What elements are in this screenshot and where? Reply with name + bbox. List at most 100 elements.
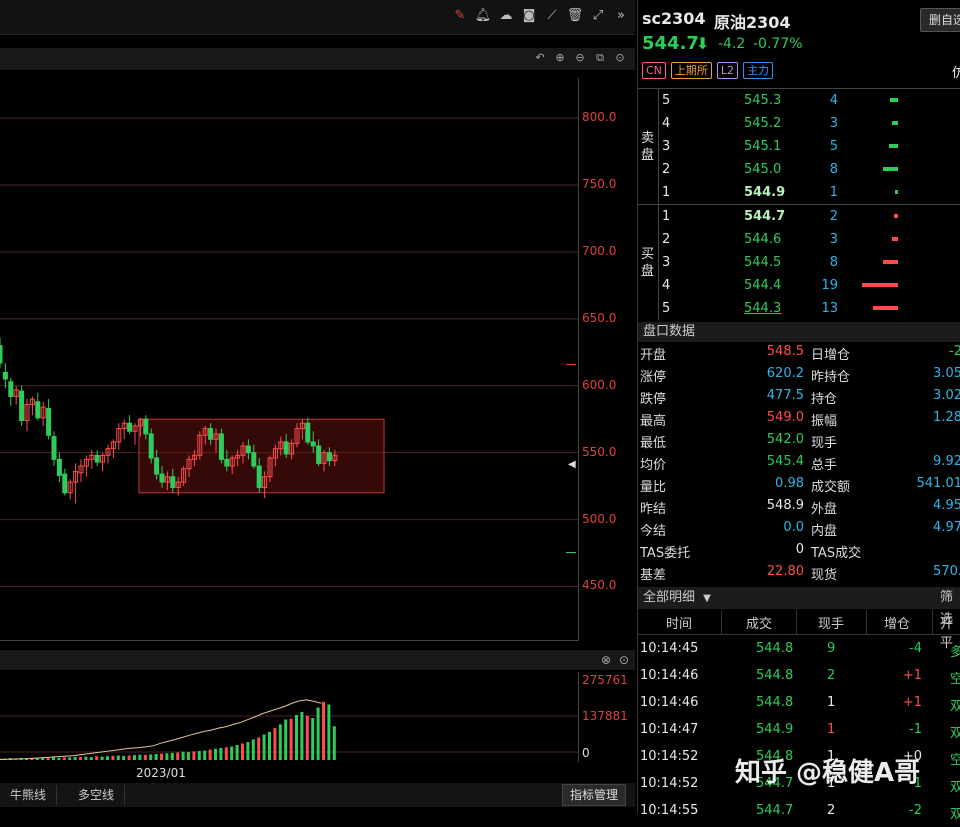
candle bbox=[62, 468, 68, 496]
badges: CN 上期所 L2 主力 bbox=[642, 62, 774, 79]
trade-time: 10:14:46 bbox=[640, 695, 699, 710]
trade-hand: 9 bbox=[827, 641, 836, 656]
zoom-out-icon[interactable]: ⊖ bbox=[573, 51, 587, 65]
copy-icon[interactable]: ⧉ bbox=[593, 51, 607, 65]
undo-icon[interactable]: ↶ bbox=[533, 51, 547, 65]
badge-l2: L2 bbox=[716, 62, 739, 79]
order-price: 544.9 bbox=[744, 185, 786, 200]
candle bbox=[35, 392, 41, 421]
orderbook-row[interactable]: 4 544.4 19 bbox=[638, 274, 960, 297]
orderbook-row[interactable]: 1 544.9 1 bbox=[638, 181, 960, 204]
stat-value: 548.9 bbox=[766, 498, 804, 513]
zoom-in-icon[interactable]: ⊕ bbox=[553, 51, 567, 65]
candle bbox=[116, 423, 122, 450]
stat-label: 均价 bbox=[640, 458, 667, 473]
stat-value: 22.80 bbox=[766, 564, 804, 579]
candle bbox=[40, 401, 46, 426]
orderbook-row[interactable]: 3 544.5 8 bbox=[638, 251, 960, 274]
stat-value: 549.0 bbox=[766, 410, 804, 425]
candle bbox=[132, 423, 138, 445]
col-time: 时间 bbox=[666, 617, 693, 632]
stat-value: 477.5 bbox=[766, 388, 804, 403]
remove-favorite-button[interactable]: 删自选 bbox=[920, 8, 960, 32]
volume-bar bbox=[154, 754, 158, 760]
stat-label: 开盘 bbox=[640, 348, 667, 363]
y-axis-label: 500.0 bbox=[582, 511, 617, 526]
orderbook-row[interactable]: 2 544.6 3 bbox=[638, 228, 960, 251]
quote-panel: sc2304 原油2304 删自选 544.7 ⬇ -4.2 -0.77% CN… bbox=[637, 0, 960, 822]
stat-label: 日增仓 bbox=[811, 348, 851, 363]
orderbook-row[interactable]: 1 544.7 2 bbox=[638, 205, 960, 228]
volume-bar bbox=[187, 752, 190, 760]
top-toolbar: ✎ 🔔︎ ☁ ◙ ⟋ 🗑︎ ⤢ » bbox=[0, 0, 635, 35]
stat-value: 0.98 bbox=[775, 476, 804, 491]
ruler-icon[interactable]: ⟋ bbox=[544, 8, 560, 24]
volume-bar bbox=[116, 755, 120, 760]
y-axis-label: 650.0 bbox=[582, 310, 617, 325]
depth-bar bbox=[882, 167, 898, 171]
trade-type: 多 bbox=[950, 645, 960, 660]
tab-long-short[interactable]: 多空线 bbox=[68, 785, 126, 805]
settings-icon[interactable]: ⊙ bbox=[619, 653, 629, 667]
orderbook-row[interactable]: 4 545.2 3 bbox=[638, 112, 960, 135]
level-num: 2 bbox=[662, 162, 671, 177]
fullscreen-icon[interactable]: ⤢ bbox=[590, 8, 606, 24]
settings-icon[interactable]: ⊙ bbox=[613, 51, 627, 65]
order-volume: 8 bbox=[829, 162, 838, 177]
col-oi: 增仓 bbox=[884, 617, 911, 632]
depth-bar bbox=[888, 144, 898, 148]
volume-bar bbox=[62, 757, 66, 760]
trade-type: 空 bbox=[950, 753, 960, 768]
toolbar-icons: ✎ 🔔︎ ☁ ◙ ⟋ 🗑︎ ⤢ » bbox=[452, 8, 629, 24]
level-num: 1 bbox=[662, 209, 671, 224]
orderbook-row[interactable]: 5 544.3 13 bbox=[638, 297, 960, 320]
trade-row: 10:14:47 544.9 1 -1 双 bbox=[638, 722, 960, 746]
trade-hand: 2 bbox=[827, 803, 836, 818]
kline-chart[interactable] bbox=[0, 78, 579, 641]
trade-type: 空 bbox=[950, 672, 960, 687]
kline-svg bbox=[0, 117, 578, 587]
stat-value: 620.2 bbox=[766, 366, 804, 381]
last-price: 544.7 bbox=[642, 33, 699, 54]
trade-row: 10:14:45 544.8 9 -4 多 bbox=[638, 641, 960, 665]
collapse-icon[interactable]: » bbox=[613, 8, 629, 24]
depth-bar bbox=[873, 306, 898, 310]
volume-chart[interactable] bbox=[0, 672, 579, 762]
order-volume: 1 bbox=[829, 185, 838, 200]
price-marker-icon: ◀ bbox=[568, 459, 576, 470]
trade-hand: 2 bbox=[827, 668, 836, 683]
volume-bar bbox=[322, 701, 325, 760]
orderbook-row[interactable]: 5 545.3 4 bbox=[638, 89, 960, 112]
volume-bar bbox=[235, 745, 239, 760]
candle bbox=[13, 385, 19, 405]
high-marker bbox=[566, 364, 576, 365]
col-sep bbox=[721, 610, 722, 634]
stat-value: -2 bbox=[949, 344, 960, 359]
orderbook-row[interactable]: 3 545.1 5 bbox=[638, 135, 960, 158]
indicator-tabs: 牛熊线 多空线 指标管理 bbox=[0, 783, 635, 807]
candle bbox=[127, 415, 133, 434]
stat-label: TAS成交 bbox=[811, 546, 862, 561]
pencil-icon[interactable]: ✎ bbox=[452, 8, 468, 24]
volume-bar bbox=[143, 754, 147, 760]
camera-icon[interactable]: ◙ bbox=[521, 8, 537, 24]
tab-bull-bear[interactable]: 牛熊线 bbox=[0, 785, 58, 805]
cloud-icon[interactable]: ☁ bbox=[498, 8, 514, 24]
y-axis-label: 750.0 bbox=[582, 177, 617, 192]
order-price: 545.0 bbox=[744, 162, 782, 177]
indicator-manage-button[interactable]: 指标管理 bbox=[562, 784, 627, 806]
level-num: 5 bbox=[662, 93, 671, 108]
volume-bar bbox=[79, 757, 82, 760]
candle bbox=[100, 452, 106, 472]
close-icon[interactable]: ⊗ bbox=[601, 653, 611, 667]
volume-bar bbox=[106, 756, 109, 760]
volume-bar bbox=[181, 751, 185, 760]
delete-icon[interactable]: 🗑︎ bbox=[567, 8, 584, 24]
volume-bar bbox=[230, 746, 234, 760]
bell-icon[interactable]: 🔔︎ bbox=[475, 8, 492, 24]
col-sep bbox=[866, 610, 867, 634]
volume-panel-header: ⊗ ⊙ bbox=[0, 650, 635, 670]
stat-label: 持仓 bbox=[811, 392, 838, 407]
orderbook-row[interactable]: 2 545.0 8 bbox=[638, 158, 960, 181]
dropdown-icon[interactable]: ▼ bbox=[703, 593, 711, 604]
